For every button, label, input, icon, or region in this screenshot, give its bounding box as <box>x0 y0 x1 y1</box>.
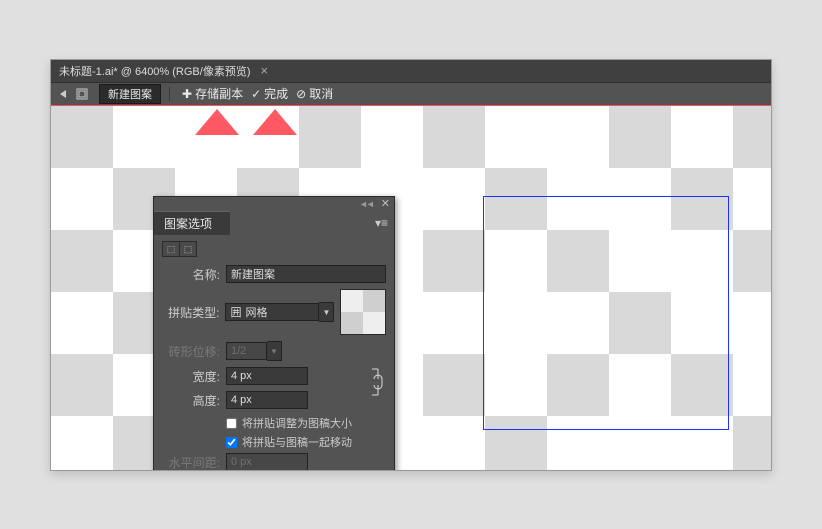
grid-icon: 囲 <box>230 304 241 320</box>
name-label: 名称: <box>162 266 226 283</box>
save-copy-button[interactable]: ✚ 存储副本 <box>178 85 247 102</box>
dropdown-icon: ▼ <box>267 341 282 361</box>
panel-title[interactable]: 图案选项 <box>154 211 230 235</box>
height-label: 高度: <box>162 392 226 409</box>
move-with-art-checkbox[interactable]: 将拼贴与图稿一起移动 <box>226 434 386 450</box>
collapse-icon[interactable]: ◄◄ <box>359 199 373 209</box>
back-icon[interactable] <box>57 88 71 100</box>
pattern-edit-toolbar: 新建图案 ✚ 存储副本 ✓ 完成 ⊘ 取消 <box>51 82 771 107</box>
canvas[interactable]: ◄◄ ✕ 图案选项 ▾≡ ⬚⬚ 名称: 新建图案 拼贴类型: <box>51 106 771 470</box>
cancel-button[interactable]: ⊘ 取消 <box>292 85 337 102</box>
panel-menu-icon[interactable]: ▾≡ <box>375 216 394 230</box>
tile-type-select[interactable]: 囲 网格 <box>225 303 319 321</box>
artboard-icon[interactable] <box>75 88 89 100</box>
hspace-input: 0 px <box>226 453 308 471</box>
app-window: 未标题-1.ai* @ 6400% (RGB/像素预览) × 新建图案 ✚ 存储… <box>50 59 772 471</box>
panel-close-icon[interactable]: ✕ <box>381 197 390 210</box>
document-title[interactable]: 未标题-1.ai* @ 6400% (RGB/像素预览) <box>59 63 250 79</box>
width-input[interactable]: 4 px <box>226 367 308 385</box>
resize-tile-checkbox[interactable]: 将拼贴调整为图稿大小 <box>226 415 386 431</box>
tile-type-label: 拼贴类型: <box>162 304 225 321</box>
brick-offset-label: 砖形位移: <box>162 343 226 360</box>
tile-edge-tool[interactable]: ⬚⬚ <box>162 241 197 257</box>
cancel-icon: ⊘ <box>296 87 306 101</box>
tile-bounds-box[interactable] <box>483 196 729 430</box>
check-icon: ✓ <box>251 87 261 101</box>
pattern-options-panel[interactable]: ◄◄ ✕ 图案选项 ▾≡ ⬚⬚ 名称: 新建图案 拼贴类型: <box>153 196 395 471</box>
plus-icon: ✚ <box>182 87 192 101</box>
close-tab-icon[interactable]: × <box>260 63 268 78</box>
artwork-triangle-1[interactable] <box>195 109 239 135</box>
width-label: 宽度: <box>162 368 226 385</box>
pattern-name: 新建图案 <box>99 84 161 104</box>
height-input[interactable]: 4 px <box>226 391 308 409</box>
dropdown-icon[interactable]: ▼ <box>319 302 334 322</box>
tile-preview <box>340 289 386 335</box>
done-button[interactable]: ✓ 完成 <box>247 85 292 102</box>
document-tab-bar: 未标题-1.ai* @ 6400% (RGB/像素预览) × <box>51 60 771 82</box>
hspace-label: 水平间距: <box>162 454 226 471</box>
brick-offset-select: 1/2 <box>226 342 267 360</box>
link-dimensions-icon[interactable] <box>368 367 386 397</box>
artwork-triangle-2[interactable] <box>253 109 297 135</box>
name-input[interactable]: 新建图案 <box>226 265 386 283</box>
